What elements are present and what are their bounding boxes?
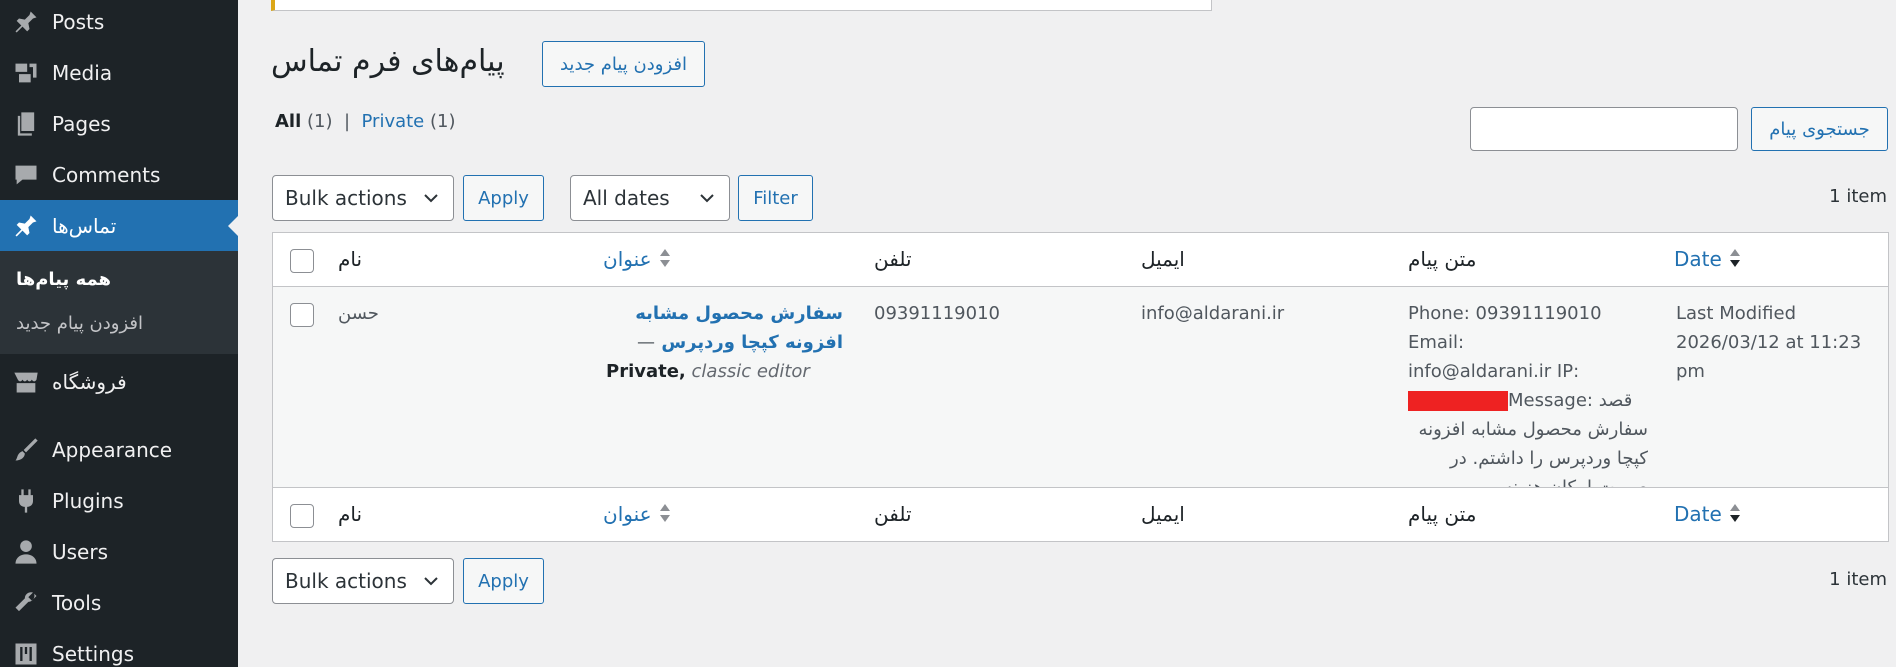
views-filter: All (1) | Private (1)	[275, 111, 456, 132]
apply-button-bottom[interactable]: Apply	[463, 558, 544, 604]
dates-filter-select[interactable]: All dates	[570, 175, 730, 221]
apply-button-top[interactable]: Apply	[463, 175, 544, 221]
column-title-sort[interactable]: عنوان	[603, 247, 672, 274]
messages-table: نام عنوان تلفن ایمیل متن پیام Date حسن س…	[272, 232, 1889, 542]
table-row: حسن سفارش محصول مشابه افزونه کپچا وردپرس…	[273, 287, 1888, 498]
user-icon	[0, 538, 52, 566]
column-name: نام	[338, 502, 363, 526]
column-message: متن پیام	[1408, 502, 1477, 526]
sidebar-item-store[interactable]: فروشگاه	[0, 356, 238, 407]
column-email: ایمیل	[1141, 502, 1185, 526]
sidebar-item-posts[interactable]: Posts	[0, 0, 238, 47]
sidebar-item-settings[interactable]: Settings	[0, 628, 238, 667]
column-phone: تلفن	[874, 502, 912, 526]
column-date-sort[interactable]: Date	[1674, 247, 1742, 274]
column-email: ایمیل	[1141, 247, 1185, 271]
sort-icon	[658, 502, 672, 529]
add-new-message-button[interactable]: افزودن پیام جدید	[542, 41, 705, 87]
pages-icon	[0, 110, 52, 138]
pin-icon	[0, 8, 52, 36]
row-name: حسن	[338, 303, 379, 324]
pin-icon	[0, 212, 52, 240]
media-icon	[0, 59, 52, 87]
column-date-sort[interactable]: Date	[1674, 502, 1742, 529]
redaction-block	[1408, 391, 1508, 411]
row-title-link[interactable]: سفارش محصول مشابه افزونه کپچا وردپرس —	[603, 299, 843, 357]
row-post-state: Private, classic editor	[606, 361, 810, 382]
column-message: متن پیام	[1408, 247, 1477, 271]
sort-icon	[1728, 502, 1742, 529]
items-count-top: 1 item	[1829, 186, 1887, 207]
plug-icon	[0, 487, 52, 515]
select-all-checkbox[interactable]	[290, 249, 314, 273]
bulk-actions-select-top[interactable]: Bulk actions	[272, 175, 454, 221]
sidebar-item-users[interactable]: Users	[0, 526, 238, 577]
view-all-link[interactable]: All (1)	[275, 111, 333, 132]
column-name: نام	[338, 247, 363, 271]
wrench-icon	[0, 589, 52, 617]
chevron-down-icon	[700, 194, 714, 203]
sidebar-item-appearance[interactable]: Appearance	[0, 424, 238, 475]
column-phone: تلفن	[874, 247, 912, 271]
submenu-item-all-messages[interactable]: همه پیام‌ها	[16, 269, 111, 290]
sort-icon	[658, 247, 672, 274]
search-input[interactable]	[1470, 107, 1738, 151]
table-header: نام عنوان تلفن ایمیل متن پیام Date	[273, 233, 1888, 287]
filter-button[interactable]: Filter	[738, 175, 813, 221]
row-checkbox[interactable]	[290, 303, 314, 327]
sidebar-submenu: همه پیام‌ها افزودن پیام جدید	[0, 251, 238, 354]
chevron-down-icon	[424, 194, 438, 203]
admin-sidebar: Posts Media Pages Comments تماس‌ها همه پ…	[0, 0, 238, 667]
chevron-down-icon	[424, 577, 438, 586]
view-private-link[interactable]: Private (1)	[362, 111, 456, 132]
page-title: پیام‌های فرم تماس	[271, 44, 505, 79]
submenu-item-add-new[interactable]: افزودن پیام جدید	[16, 313, 143, 334]
search-messages-button[interactable]: جستجوی پیام	[1751, 107, 1888, 151]
sidebar-item-tools[interactable]: Tools	[0, 577, 238, 628]
sidebar-item-contacts[interactable]: تماس‌ها	[0, 200, 238, 251]
admin-notice	[271, 0, 1212, 11]
sidebar-item-comments[interactable]: Comments	[0, 149, 238, 200]
table-footer: نام عنوان تلفن ایمیل متن پیام Date	[273, 487, 1888, 541]
row-email: info@aldarani.ir	[1141, 303, 1285, 324]
sidebar-item-pages[interactable]: Pages	[0, 98, 238, 149]
select-all-checkbox-footer[interactable]	[290, 504, 314, 528]
row-phone: 09391119010	[874, 303, 1000, 324]
row-message: Phone: 09391119010 Email: info@aldarani.…	[1408, 303, 1648, 498]
current-menu-arrow	[228, 215, 238, 236]
sidebar-item-media[interactable]: Media	[0, 47, 238, 98]
paintbrush-icon	[0, 436, 52, 464]
items-count-bottom: 1 item	[1829, 569, 1887, 590]
bulk-actions-select-bottom[interactable]: Bulk actions	[272, 558, 454, 604]
sidebar-item-plugins[interactable]: Plugins	[0, 475, 238, 526]
sort-icon	[1728, 247, 1742, 274]
comments-icon	[0, 161, 52, 189]
row-date: Last Modified 2026/03/12 at 11:23 pm	[1676, 303, 1862, 382]
settings-icon	[0, 640, 52, 667]
store-icon	[0, 368, 52, 396]
column-title-sort[interactable]: عنوان	[603, 502, 672, 529]
